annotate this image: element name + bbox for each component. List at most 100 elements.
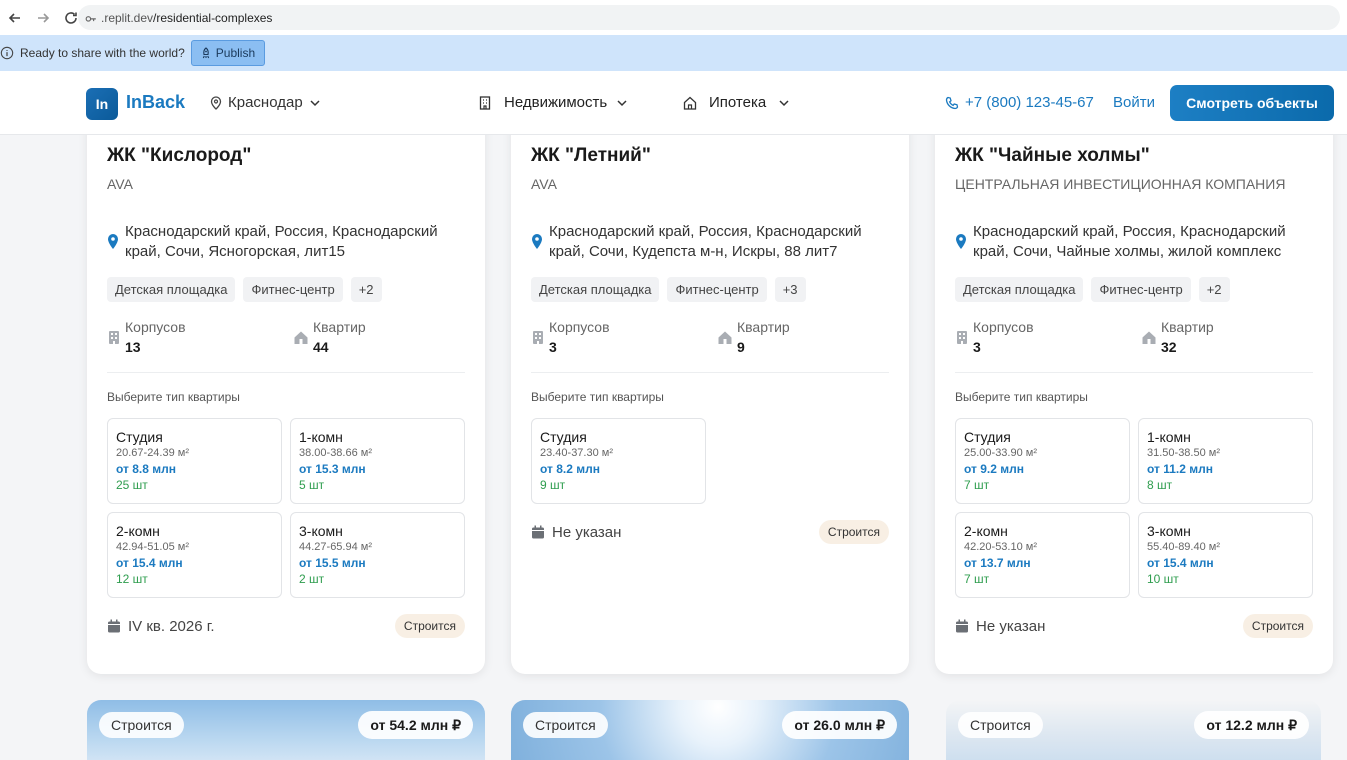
location-pin-icon	[108, 234, 118, 249]
apartment-type-option[interactable]: Студия 20.67-24.39 м² от 8.8 млн 25 шт	[107, 418, 282, 504]
apt-area: 23.40-37.30 м²	[540, 447, 613, 459]
address-text: Краснодарский край, Россия, Краснодарски…	[549, 223, 862, 260]
back-button[interactable]	[2, 5, 28, 31]
apt-price: от 8.8 млн	[116, 462, 177, 476]
nav-real-estate[interactable]: Недвижимость	[478, 94, 628, 111]
apartment-type-option[interactable]: Студия 25.00-33.90 м² от 9.2 млн 7 шт	[955, 418, 1130, 504]
apt-price: от 15.4 млн	[1147, 556, 1214, 570]
reload-icon	[65, 11, 77, 24]
address-bar[interactable]: .replit.dev/residential-complexes	[78, 5, 1340, 30]
apt-count: 9 шт	[540, 478, 566, 492]
apt-type-name: 3-комн	[1147, 523, 1191, 539]
login-link[interactable]: Войти	[1113, 94, 1155, 111]
amenity-tag: Фитнес-центр	[667, 277, 767, 302]
apt-count: 7 шт	[964, 478, 990, 492]
developer-name: ЦЕНТРАЛЬНАЯ ИНВЕСТИЦИОННАЯ КОМПАНИЯ	[955, 176, 1286, 192]
city-selector[interactable]: Краснодар	[209, 94, 321, 111]
complex-card[interactable]: ЖК "Кислород" AVA Краснодарский край, Ро…	[87, 100, 485, 674]
forward-button[interactable]	[30, 5, 56, 31]
apt-count: 12 шт	[116, 572, 148, 586]
deadline: IV кв. 2026 г.	[107, 618, 215, 635]
divider	[107, 372, 465, 373]
apt-area: 44.27-65.94 м²	[299, 541, 372, 553]
home-icon	[718, 331, 732, 344]
apartment-type-option[interactable]: 2-комн 42.94-51.05 м² от 15.4 млн 12 шт	[107, 512, 282, 598]
complex-photo-card[interactable]: Строится от 12.2 млн ₽	[946, 700, 1321, 760]
photo-price-badge: от 54.2 млн ₽	[358, 711, 473, 739]
divider	[531, 372, 889, 373]
complex-photo-card[interactable]: Строится от 26.0 млн ₽	[511, 700, 909, 760]
apt-type-name: Студия	[116, 429, 163, 445]
phone-number: +7 (800) 123-45-67	[965, 94, 1094, 111]
apt-count: 10 шт	[1147, 572, 1179, 586]
apartments-stat: Квартир 32	[1140, 318, 1214, 358]
more-tags-badge[interactable]: +2	[1198, 277, 1230, 302]
complex-title[interactable]: ЖК "Чайные холмы"	[955, 145, 1150, 167]
apt-price: от 15.5 млн	[299, 556, 366, 570]
url-path: /residential-complexes	[153, 10, 273, 25]
chevron-down-icon	[779, 99, 789, 106]
card-footer: Не указан Строится	[531, 519, 889, 545]
apartment-type-option[interactable]: 2-комн 42.20-53.10 м² от 13.7 млн 7 шт	[955, 512, 1130, 598]
deadline: Не указан	[955, 618, 1045, 635]
site-info-icon[interactable]	[84, 11, 98, 25]
divider	[955, 372, 1313, 373]
apt-price: от 15.3 млн	[299, 462, 366, 476]
apartment-type-option[interactable]: 1-комн 31.50-38.50 м² от 11.2 млн 8 шт	[1138, 418, 1313, 504]
phone-link[interactable]: +7 (800) 123-45-67	[945, 94, 1094, 111]
more-tags-badge[interactable]: +3	[774, 277, 806, 302]
deadline-text: IV кв. 2026 г.	[128, 617, 215, 635]
apt-count: 25 шт	[116, 478, 148, 492]
building-icon	[533, 331, 543, 344]
complex-card[interactable]: ЖК "Чайные холмы" ЦЕНТРАЛЬНАЯ ИНВЕСТИЦИО…	[935, 100, 1333, 674]
building-icon	[957, 331, 967, 344]
more-tags-badge[interactable]: +2	[350, 277, 382, 302]
info-icon	[0, 46, 14, 60]
buildings-label: Корпусов	[973, 319, 1034, 335]
publish-button[interactable]: Publish	[190, 40, 266, 66]
apt-type-name: Студия	[540, 429, 587, 445]
buildings-stat: Корпусов 3	[955, 318, 1034, 358]
apt-area: 38.00-38.66 м²	[299, 447, 372, 459]
apt-area: 42.20-53.10 м²	[964, 541, 1037, 553]
apt-price: от 9.2 млн	[964, 462, 1025, 476]
apt-area: 31.50-38.50 м²	[1147, 447, 1220, 459]
logo-mark[interactable]: In	[86, 88, 118, 120]
apt-type-name: 2-комн	[116, 523, 160, 539]
amenity-tag: Детская площадка	[107, 277, 236, 302]
photo-status-badge: Строится	[523, 712, 608, 738]
phone-icon	[945, 96, 959, 109]
building-icon	[479, 95, 491, 110]
nav-mortgage[interactable]: Ипотека	[683, 94, 790, 111]
apt-price: от 13.7 млн	[964, 556, 1031, 570]
complex-title[interactable]: ЖК "Кислород"	[107, 145, 251, 167]
address-text: Краснодарский край, Россия, Краснодарски…	[125, 223, 438, 260]
apt-area: 20.67-24.39 м²	[116, 447, 189, 459]
nav-mortgage-label: Ипотека	[709, 94, 767, 111]
buildings-stat: Корпусов 13	[107, 318, 186, 358]
apartment-type-option[interactable]: 3-комн 55.40-89.40 м² от 15.4 млн 10 шт	[1138, 512, 1313, 598]
site-header: In InBack Краснодар Недвижимость Ипотека…	[0, 71, 1347, 135]
apartment-type-option[interactable]: 1-комн 38.00-38.66 м² от 15.3 млн 5 шт	[290, 418, 465, 504]
deadline: Не указан	[531, 524, 621, 541]
amenity-tag: Детская площадка	[531, 277, 660, 302]
apt-count: 2 шт	[299, 572, 325, 586]
apartments-stat: Квартир 44	[292, 318, 366, 358]
apt-count: 5 шт	[299, 478, 325, 492]
home-icon	[294, 331, 308, 344]
view-objects-button[interactable]: Смотреть объекты	[1170, 85, 1334, 121]
apartments-label: Квартир	[1161, 319, 1214, 335]
complex-title[interactable]: ЖК "Летний"	[531, 145, 651, 167]
logo-text[interactable]: InBack	[126, 92, 185, 113]
apartment-type-option[interactable]: Студия 23.40-37.30 м² от 8.2 млн 9 шт	[531, 418, 706, 504]
apartment-type-option[interactable]: 3-комн 44.27-65.94 м² от 15.5 млн 2 шт	[290, 512, 465, 598]
developer-name: AVA	[531, 176, 557, 192]
complex-card[interactable]: ЖК "Летний" AVA Краснодарский край, Росс…	[511, 100, 909, 674]
complex-photo-card[interactable]: Строится от 54.2 млн ₽	[87, 700, 485, 760]
building-icon	[109, 331, 119, 344]
apt-type-name: 2-комн	[964, 523, 1008, 539]
apt-price: от 15.4 млн	[116, 556, 183, 570]
arrow-right-icon	[38, 12, 50, 23]
apt-area: 55.40-89.40 м²	[1147, 541, 1220, 553]
choose-type-label: Выберите тип квартиры	[531, 390, 664, 404]
